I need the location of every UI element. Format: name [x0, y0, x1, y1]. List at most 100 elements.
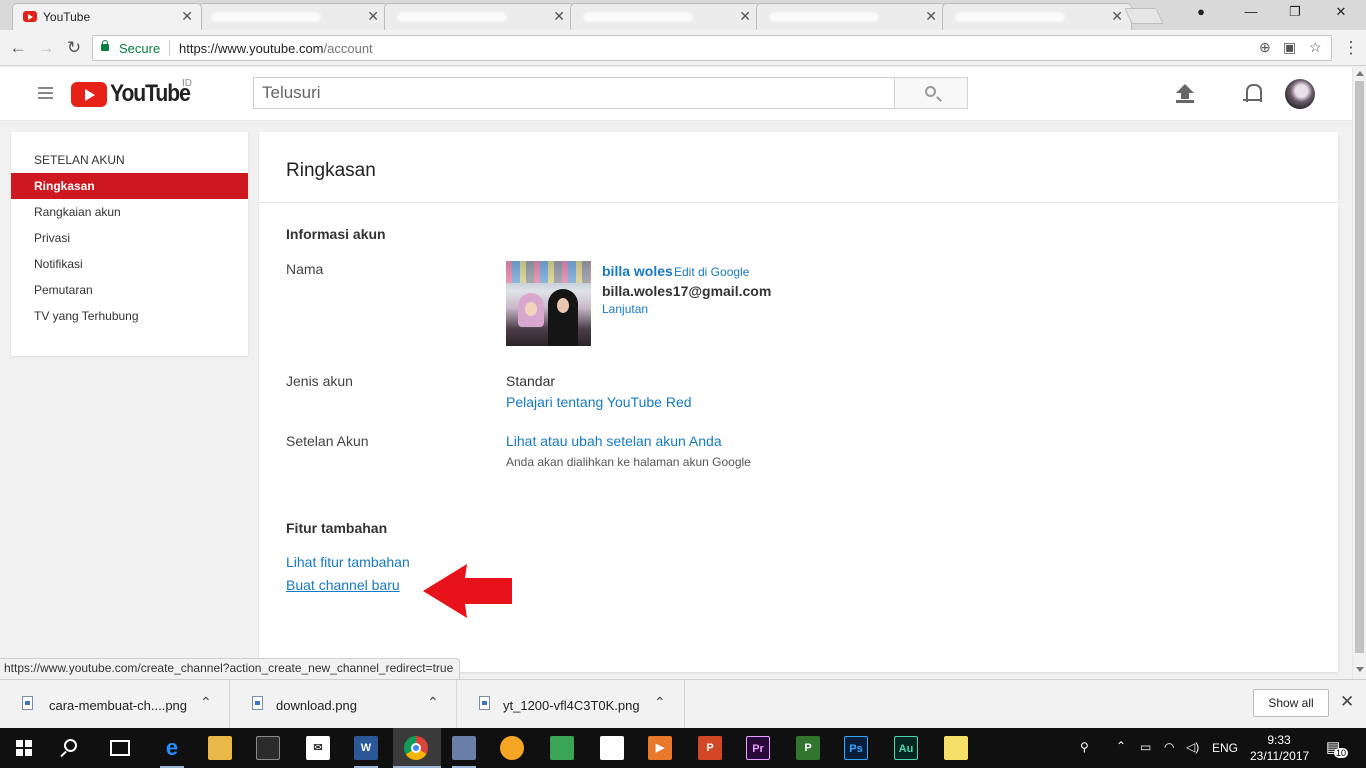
blurred-tab-title	[211, 12, 321, 22]
view-extra-features-link[interactable]: Lihat fitur tambahan	[286, 554, 410, 570]
store-icon[interactable]	[256, 736, 280, 760]
clock[interactable]: 9:33 23/11/2017	[1250, 732, 1309, 764]
download-item[interactable]: cara-membuat-ch....png ⌃	[0, 680, 230, 729]
scroll-thumb[interactable]	[1355, 81, 1364, 653]
windows-icon[interactable]	[16, 740, 32, 756]
omnibox-divider	[169, 40, 170, 56]
tab-close-icon[interactable]: ✕	[739, 8, 751, 25]
advanced-link[interactable]: Lanjutan	[602, 302, 648, 316]
close-window-icon[interactable]: ✕	[1318, 4, 1364, 26]
tab-close-icon[interactable]: ✕	[553, 8, 565, 25]
task-view-icon[interactable]	[110, 740, 130, 756]
download-item[interactable]: yt_1200-vfl4C3T0K.png ⌃	[457, 680, 685, 729]
volume-icon[interactable]: ◁)	[1186, 740, 1199, 754]
chevron-up-icon[interactable]: ⌃	[654, 694, 666, 711]
forward-icon[interactable]: →	[35, 37, 57, 59]
chrome-menu-icon[interactable]: ⋮	[1340, 37, 1362, 59]
tab-blurred-1[interactable]: ✕	[198, 3, 388, 30]
word-icon[interactable]: W	[354, 736, 378, 760]
tab-youtube[interactable]: YouTube ✕	[12, 3, 202, 30]
sidebar-item-ringkasan[interactable]: Ringkasan	[11, 173, 248, 199]
address-bar[interactable]: Secure https://www.youtube.com/account ⊕…	[92, 35, 1332, 61]
fl-studio-icon[interactable]	[500, 736, 524, 760]
paint-icon[interactable]	[452, 736, 476, 760]
scroll-down-icon[interactable]	[1356, 667, 1364, 672]
close-shelf-icon[interactable]: ✕	[1340, 692, 1354, 712]
chevron-up-icon[interactable]: ⌃	[200, 694, 212, 711]
tab-title: YouTube	[43, 10, 91, 24]
status-url-bubble: https://www.youtube.com/create_channel?a…	[0, 658, 461, 679]
notification-count-badge: 10	[1334, 748, 1349, 758]
tray-chevron-icon[interactable]: ⌃	[1116, 739, 1126, 753]
edit-in-google-link[interactable]: Edit di Google	[674, 265, 749, 279]
wifi-icon[interactable]: ◠	[1164, 740, 1174, 754]
search-button[interactable]	[894, 77, 968, 109]
sidebar-item-tv-terhubung[interactable]: TV yang Terhubung	[11, 303, 248, 329]
sidebar-item-rangkaian-akun[interactable]: Rangkaian akun	[11, 199, 248, 225]
zoom-icon[interactable]: ⊕	[1259, 39, 1271, 56]
document-icon[interactable]	[600, 736, 624, 760]
tab-blurred-2[interactable]: ✕	[384, 3, 574, 30]
search-input[interactable]	[254, 78, 894, 108]
account-settings-link[interactable]: Lihat atau ubah setelan akun Anda	[506, 433, 722, 449]
download-filename: cara-membuat-ch....png	[49, 698, 188, 713]
green-app-icon[interactable]	[550, 736, 574, 760]
premiere-icon[interactable]: Pr	[746, 736, 770, 760]
display-name-link[interactable]: billa woles	[602, 263, 673, 279]
bell-icon[interactable]	[1243, 84, 1262, 102]
tab-close-icon[interactable]: ✕	[925, 8, 937, 25]
language-indicator[interactable]: ENG	[1212, 741, 1238, 755]
file-explorer-icon[interactable]	[208, 736, 232, 760]
star-icon[interactable]: ☆	[1309, 39, 1322, 56]
extra-features-heading: Fitur tambahan	[286, 520, 388, 536]
create-channel-link[interactable]: Buat channel baru	[286, 577, 400, 593]
email-address: billa.woles17@gmail.com	[602, 283, 772, 299]
reload-icon[interactable]: ↻	[63, 37, 85, 59]
taskbar-search-icon[interactable]	[64, 739, 77, 752]
account-type-label: Jenis akun	[286, 373, 353, 389]
tab-close-icon[interactable]: ✕	[1111, 8, 1123, 25]
sidebar-item-privasi[interactable]: Privasi	[11, 225, 248, 251]
powerpoint-icon[interactable]: P	[698, 736, 722, 760]
tab-blurred-5[interactable]: ✕	[942, 3, 1132, 30]
edge-icon[interactable]: e	[160, 736, 184, 760]
page-title: Ringkasan	[286, 160, 376, 181]
blurred-tab-title	[397, 12, 507, 22]
download-item[interactable]: download.png ⌃	[230, 680, 457, 729]
scroll-up-icon[interactable]	[1356, 71, 1364, 76]
downloads-shelf: cara-membuat-ch....png ⌃ download.png ⌃ …	[0, 679, 1366, 729]
youtube-logo-icon[interactable]	[71, 82, 107, 107]
publisher-icon[interactable]: P	[796, 736, 820, 760]
people-icon[interactable]: ⚲	[1080, 740, 1089, 754]
tab-close-icon[interactable]: ✕	[367, 8, 379, 25]
redirect-hint: Anda akan dialihkan ke halaman akun Goog…	[506, 455, 751, 469]
restore-icon[interactable]: ❐	[1272, 4, 1318, 26]
sidebar-item-pemutaran[interactable]: Pemutaran	[11, 277, 248, 303]
media-player-icon[interactable]: ▶	[648, 736, 672, 760]
minimize-icon[interactable]: —	[1228, 4, 1274, 26]
url-text[interactable]: https://www.youtube.com/account	[179, 41, 373, 56]
avatar[interactable]	[1285, 79, 1315, 109]
tab-close-icon[interactable]: ✕	[181, 8, 193, 25]
photoshop-icon[interactable]: Ps	[844, 736, 868, 760]
tab-blurred-3[interactable]: ✕	[570, 3, 760, 30]
security-label: Secure	[119, 41, 161, 56]
youtube-red-link[interactable]: Pelajari tentang YouTube Red	[506, 394, 692, 410]
battery-icon[interactable]: ▭	[1140, 740, 1151, 754]
page-scrollbar[interactable]	[1352, 67, 1366, 679]
menu-icon[interactable]	[38, 87, 53, 99]
sidebar-item-notifikasi[interactable]: Notifikasi	[11, 251, 248, 277]
sticky-notes-icon[interactable]	[944, 736, 968, 760]
back-icon[interactable]: ←	[7, 37, 29, 59]
mail-icon[interactable]: ✉	[306, 736, 330, 760]
account-info-heading: Informasi akun	[286, 226, 386, 242]
show-all-button[interactable]: Show all	[1253, 689, 1329, 717]
chevron-up-icon[interactable]: ⌃	[427, 694, 439, 711]
audition-icon[interactable]: Au	[894, 736, 918, 760]
chrome-icon[interactable]	[404, 736, 428, 760]
tab-blurred-4[interactable]: ✕	[756, 3, 946, 30]
youtube-logo-text[interactable]: YouTube	[110, 80, 191, 108]
translate-icon[interactable]: ▣	[1283, 39, 1296, 56]
new-tab-button[interactable]	[1124, 8, 1164, 24]
profile-icon[interactable]: ●	[1178, 4, 1224, 26]
